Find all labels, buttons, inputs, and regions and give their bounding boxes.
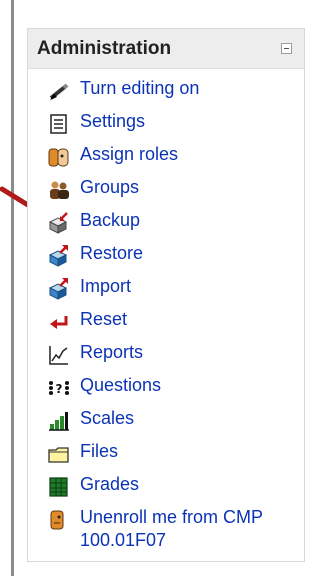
block-title: Administration: [37, 38, 172, 59]
menu-item-reset[interactable]: Reset: [48, 308, 127, 336]
backup-icon: [48, 212, 68, 234]
collapse-icon[interactable]: [281, 43, 292, 54]
menu-item-restore[interactable]: Restore: [48, 242, 143, 270]
import-icon: [48, 278, 68, 300]
menu-item-import[interactable]: Import: [48, 275, 131, 303]
menu-item-files[interactable]: Files: [48, 440, 118, 468]
menu-item-label: Import: [80, 276, 132, 296]
menu-item-label: Backup: [80, 210, 141, 230]
folder-icon: [48, 447, 69, 463]
assign-roles-icon: [48, 148, 69, 167]
groups-icon: [50, 181, 69, 199]
menu-item-label: Files: [80, 441, 119, 461]
menu-item-groups[interactable]: Groups: [48, 176, 139, 204]
menu-item-turn-editing-on[interactable]: Turn editing on: [48, 77, 199, 105]
block-header: Administration: [28, 29, 304, 69]
settings-document-icon: [50, 114, 67, 134]
menu-item-label: Reset: [80, 309, 128, 329]
unenroll-icon: [50, 510, 64, 530]
menu-item-assign-roles[interactable]: Assign roles: [48, 143, 178, 171]
restore-icon: [48, 245, 68, 267]
reports-icon: [49, 346, 68, 365]
menu-item-scales[interactable]: Scales: [48, 407, 134, 435]
menu-item-label: Turn editing on: [80, 78, 200, 98]
menu-item-reports[interactable]: Reports: [48, 341, 143, 369]
administration-block: Administration Turn editing on Settings: [27, 28, 305, 562]
menu-item-questions[interactable]: ? Questions: [48, 374, 161, 402]
scales-icon: [49, 412, 69, 431]
menu-item-label: Settings: [80, 111, 146, 131]
menu-item-label: Restore: [80, 243, 144, 263]
pencil-icon: [49, 83, 69, 100]
svg-text:?: ?: [56, 382, 63, 396]
left-border-rule: [11, 0, 14, 576]
menu-item-unenroll[interactable]: Unenroll me from CMP 100.01F07: [48, 506, 290, 562]
menu-item-label: Assign roles: [80, 144, 179, 164]
menu-item-label: Unenroll me from CMP 100.01F07: [80, 507, 263, 550]
menu-item-label: Grades: [80, 474, 140, 494]
menu-item-settings[interactable]: Settings: [48, 110, 145, 138]
menu-item-grades[interactable]: Grades: [48, 473, 139, 501]
menu-item-label: Reports: [80, 342, 144, 362]
menu-item-backup[interactable]: Backup: [48, 209, 140, 237]
questions-icon: ?: [49, 381, 69, 396]
grades-icon: [49, 477, 68, 497]
menu-item-label: Groups: [80, 177, 140, 197]
menu-item-label: Scales: [80, 408, 135, 428]
reset-icon: [50, 316, 68, 329]
menu-item-label: Questions: [80, 375, 162, 395]
